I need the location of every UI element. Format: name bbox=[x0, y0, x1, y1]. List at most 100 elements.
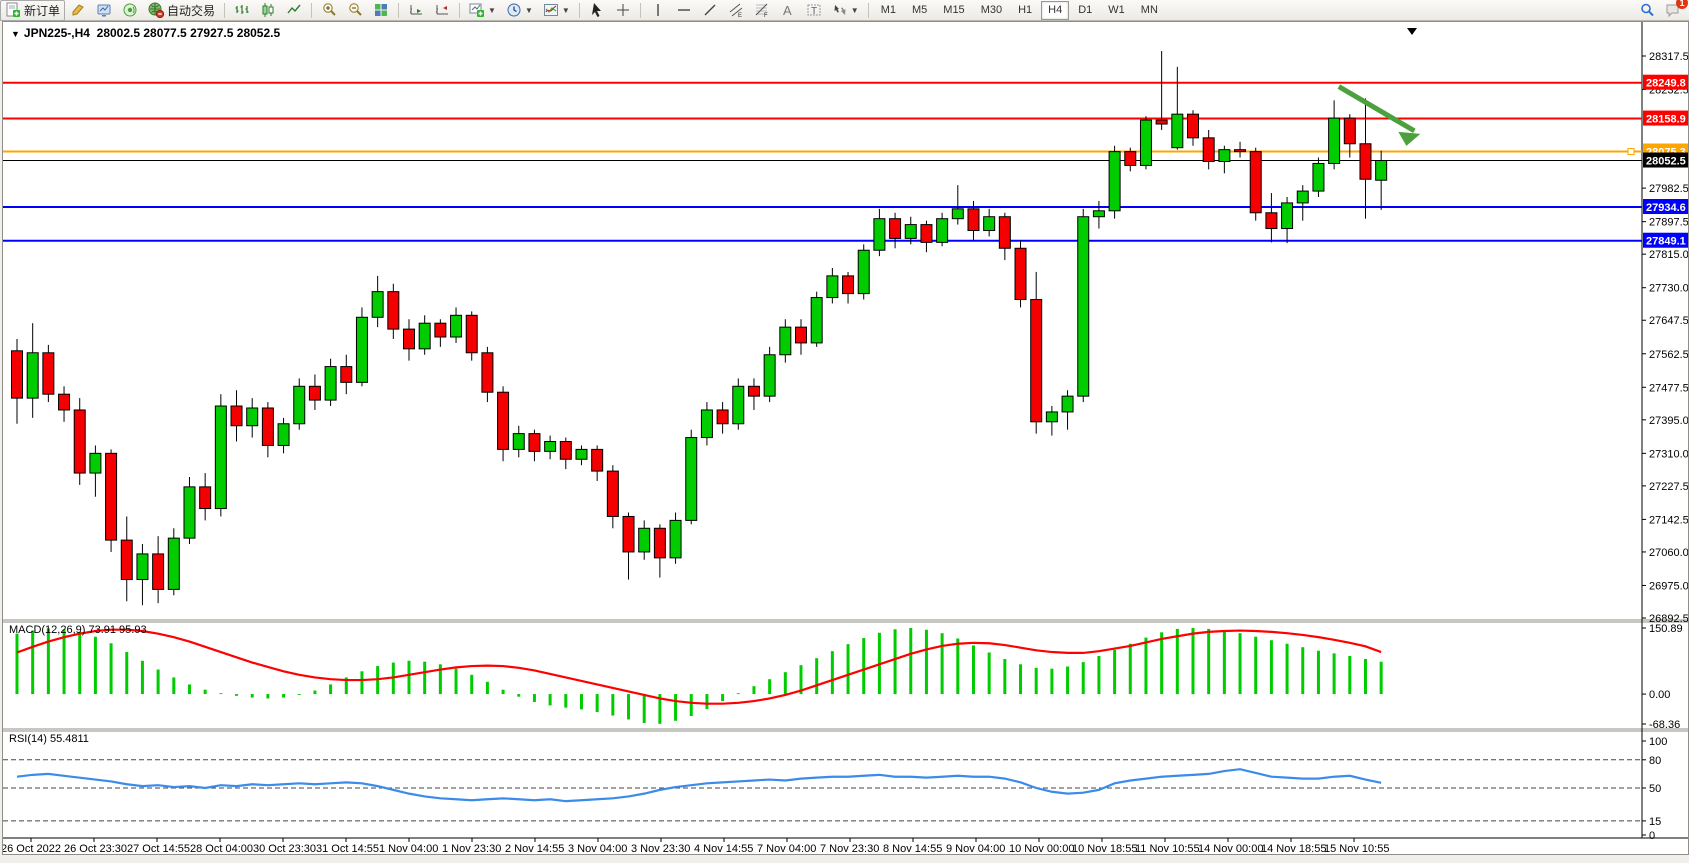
time-axis-label[interactable]: 2 Nov 14:55 bbox=[505, 843, 564, 854]
candle-body bbox=[764, 355, 775, 396]
timeframe-button-D1[interactable]: D1 bbox=[1071, 1, 1099, 20]
candle-body bbox=[74, 410, 85, 473]
timeframe-button-M15[interactable]: M15 bbox=[936, 1, 971, 20]
price-line-badge-text: 27934.6 bbox=[1646, 202, 1686, 214]
line-chart-icon bbox=[286, 2, 302, 18]
search-icon[interactable] bbox=[1639, 2, 1655, 18]
time-axis-label[interactable]: 30 Oct 23:30 bbox=[253, 843, 316, 854]
auto-scroll-icon bbox=[408, 2, 424, 18]
tile-windows-button[interactable] bbox=[368, 0, 394, 21]
text-tool-button[interactable]: A bbox=[775, 0, 801, 21]
cursor-tool-button[interactable] bbox=[584, 0, 610, 21]
candle-body bbox=[262, 408, 273, 445]
channel-tool-button[interactable]: E bbox=[723, 0, 749, 21]
fibonacci-tool-button[interactable]: F bbox=[749, 0, 775, 21]
timeframe-button-M5[interactable]: M5 bbox=[905, 1, 934, 20]
time-axis-label[interactable]: 31 Oct 14:55 bbox=[316, 843, 379, 854]
time-axis-label[interactable]: 15 Nov 10:55 bbox=[1324, 843, 1389, 854]
macd-axis-label: 150.89 bbox=[1649, 623, 1683, 635]
timeframe-toolbar: M1M5M15M30H1H4D1W1MN bbox=[873, 1, 1166, 20]
market-watch-button[interactable] bbox=[91, 0, 117, 21]
time-axis-label[interactable]: 4 Nov 14:55 bbox=[694, 843, 753, 854]
time-axis-label[interactable]: 14 Nov 00:00 bbox=[1198, 843, 1263, 854]
time-axis-label[interactable]: 3 Nov 04:00 bbox=[568, 843, 627, 854]
autotrade-label: 自动交易 bbox=[167, 2, 215, 19]
timeframe-button-MN[interactable]: MN bbox=[1134, 1, 1165, 20]
candle-body bbox=[639, 528, 650, 552]
timeframe-button-H4[interactable]: H4 bbox=[1041, 1, 1069, 20]
timeframe-button-M1[interactable]: M1 bbox=[874, 1, 903, 20]
vertical-line-tool-button[interactable] bbox=[645, 0, 671, 21]
candle-body bbox=[921, 225, 932, 243]
chart-collapse-caret[interactable]: ▼ bbox=[11, 29, 20, 39]
arrows-icon bbox=[832, 2, 848, 18]
metaeditor-button[interactable] bbox=[65, 0, 91, 21]
line-handle[interactable] bbox=[1628, 149, 1634, 155]
time-axis-label[interactable]: 14 Nov 18:55 bbox=[1261, 843, 1326, 854]
candle-body bbox=[419, 323, 430, 349]
time-axis-label[interactable]: 7 Nov 23:30 bbox=[820, 843, 879, 854]
chart-shift-marker[interactable] bbox=[1407, 28, 1417, 35]
timeframe-button-M30[interactable]: M30 bbox=[974, 1, 1009, 20]
notification-badge: 1 bbox=[1676, 0, 1688, 9]
time-axis-label[interactable]: 26 Oct 2022 bbox=[3, 843, 61, 854]
price-tick-label: 27982.5 bbox=[1649, 183, 1688, 195]
time-axis-label[interactable]: 10 Nov 00:00 bbox=[1009, 843, 1074, 854]
time-axis-label[interactable]: 26 Oct 23:30 bbox=[64, 843, 127, 854]
candle-body bbox=[1109, 152, 1120, 211]
horizontal-line-tool-button[interactable] bbox=[671, 0, 697, 21]
candle-body bbox=[1203, 138, 1214, 162]
time-axis-label[interactable]: 10 Nov 18:55 bbox=[1072, 843, 1137, 854]
periods-button[interactable]: ▼ bbox=[501, 0, 538, 21]
arrows-tool-button[interactable]: ▼ bbox=[827, 0, 864, 21]
candle-body bbox=[968, 209, 979, 231]
signals-button[interactable] bbox=[117, 0, 143, 21]
rsi-line bbox=[17, 769, 1381, 801]
time-axis-label[interactable]: 9 Nov 04:00 bbox=[946, 843, 1005, 854]
time-axis-label[interactable]: 8 Nov 14:55 bbox=[883, 843, 942, 854]
candle-body bbox=[937, 219, 948, 243]
new-chart-button[interactable]: ▼ bbox=[464, 0, 501, 21]
auto-scroll-button[interactable] bbox=[403, 0, 429, 21]
candle-body bbox=[1093, 211, 1104, 217]
chart-shift-button[interactable] bbox=[429, 0, 455, 21]
candle-body bbox=[43, 353, 54, 394]
label-tool-button[interactable]: T bbox=[801, 0, 827, 21]
price-tick-label: 27897.5 bbox=[1649, 217, 1688, 229]
time-axis-label[interactable]: 1 Nov 23:30 bbox=[442, 843, 501, 854]
fibonacci-icon: F bbox=[754, 2, 770, 18]
crosshair-tool-button[interactable] bbox=[610, 0, 636, 21]
price-tick-label: 27730.0 bbox=[1649, 283, 1688, 295]
zoom-in-button[interactable] bbox=[316, 0, 342, 21]
macd-indicator-label: MACD(12,26,9) 73.91 95.93 bbox=[9, 624, 147, 636]
crosshair-icon bbox=[615, 2, 631, 18]
time-axis-label[interactable]: 11 Nov 10:55 bbox=[1135, 843, 1200, 854]
time-axis-label[interactable]: 3 Nov 23:30 bbox=[631, 843, 690, 854]
candlestick-chart-button[interactable] bbox=[255, 0, 281, 21]
candle-body bbox=[733, 386, 744, 423]
new-chart-icon bbox=[469, 2, 485, 18]
trendline-tool-button[interactable] bbox=[697, 0, 723, 21]
indicators-button[interactable]: ▼ bbox=[538, 0, 575, 21]
time-axis-label[interactable]: 27 Oct 14:55 bbox=[127, 843, 190, 854]
candle-body bbox=[309, 386, 320, 400]
candle-body bbox=[137, 554, 148, 580]
indicators-icon bbox=[543, 2, 559, 18]
new-order-button[interactable]: 新订单 bbox=[0, 0, 65, 21]
time-axis-label[interactable]: 28 Oct 04:00 bbox=[190, 843, 253, 854]
autotrade-button[interactable]: 自动交易 bbox=[143, 0, 220, 21]
candle-body bbox=[59, 394, 70, 410]
annotation-arrow-head[interactable] bbox=[1398, 132, 1420, 146]
time-axis-label[interactable]: 1 Nov 04:00 bbox=[379, 843, 438, 854]
timeframe-button-W1[interactable]: W1 bbox=[1101, 1, 1132, 20]
chart-window[interactable]: ▼JPN225-,H4 28002.5 28077.5 27927.5 2805… bbox=[2, 21, 1689, 855]
tile-windows-icon bbox=[373, 2, 389, 18]
timeframe-button-H1[interactable]: H1 bbox=[1011, 1, 1039, 20]
price-tick-label: 27815.0 bbox=[1649, 249, 1688, 261]
zoom-out-button[interactable] bbox=[342, 0, 368, 21]
candle-body bbox=[1156, 120, 1167, 124]
time-axis-label[interactable]: 7 Nov 04:00 bbox=[757, 843, 816, 854]
line-chart-button[interactable] bbox=[281, 0, 307, 21]
bar-chart-button[interactable] bbox=[229, 0, 255, 21]
notifications-icon[interactable]: 1 bbox=[1665, 2, 1681, 18]
